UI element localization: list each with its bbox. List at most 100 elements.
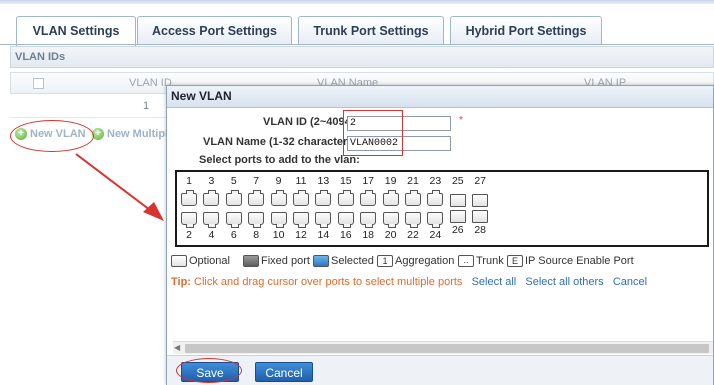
port-panel: 1 3 5 7 9 11 13 15 17 19 21 23 25 27 2 4 6 8 10 12 14 16 18 20 2… (175, 170, 709, 247)
tip-text: Click and drag cursor over ports to sele… (194, 276, 463, 288)
scroll-left-icon[interactable]: ◀ (174, 343, 180, 352)
port-7[interactable] (248, 190, 265, 206)
scrollbar-thumb[interactable] (185, 344, 709, 353)
port-21[interactable] (405, 190, 421, 206)
port-number-label: 5 (230, 175, 237, 187)
port-20[interactable] (382, 212, 399, 228)
port-15[interactable] (337, 190, 354, 206)
row-vlan-id: 1 (143, 100, 150, 112)
port-10[interactable] (270, 212, 287, 228)
port-number-label: 11 (295, 175, 307, 187)
port-17[interactable] (360, 190, 377, 206)
port-2[interactable] (181, 212, 197, 228)
port-number-label: 28 (474, 224, 487, 236)
port-number-label: 8 (253, 229, 260, 241)
optional-port-icon (171, 255, 187, 267)
port-number-label: 18 (362, 229, 375, 241)
port-14[interactable] (315, 212, 332, 228)
annotation-arrow (75, 153, 164, 221)
port-number-label: 12 (295, 229, 307, 241)
legend-ip-source: IP Source Enable Port (525, 255, 634, 267)
aggregation-port-icon: 1 (377, 255, 393, 267)
tab-hybrid-port-settings[interactable]: Hybrid Port Settings (450, 16, 602, 45)
tip-line: Tip: Click and drag cursor over ports to… (171, 276, 647, 288)
select-all-checkbox[interactable] (33, 78, 44, 89)
table-row[interactable]: 1 (10, 96, 170, 118)
legend-fixed: Fixed port (261, 255, 310, 267)
tab-underline (0, 44, 714, 45)
port-number-label: 24 (429, 229, 442, 241)
port-6[interactable] (225, 212, 242, 228)
trunk-port-icon: .. (458, 255, 474, 267)
select-all-link[interactable]: Select all (472, 276, 517, 288)
port-3[interactable] (203, 190, 220, 206)
port-number-label: 20 (384, 229, 397, 241)
panel-title: VLAN IDs (10, 46, 714, 68)
legend-selected: Selected (331, 255, 374, 267)
port-number-label: 16 (339, 229, 352, 241)
select-all-others-link[interactable]: Select all others (525, 276, 603, 288)
port-number-label: 21 (407, 175, 419, 187)
port-number-label: 13 (317, 175, 330, 187)
port-number-label: 19 (384, 175, 397, 187)
port-number-label: 14 (317, 229, 330, 241)
annotation-rect-fields (343, 110, 403, 156)
port-number-label: 27 (474, 175, 487, 187)
select-ports-label: Select ports to add to the vlan: (199, 154, 360, 166)
vlan-name-label: VLAN Name (1-32 character): (203, 136, 355, 148)
cancel-button[interactable]: Cancel (255, 362, 313, 382)
port-number-label: 17 (362, 175, 375, 187)
ip-source-port-icon: E (507, 255, 523, 267)
port-8[interactable] (248, 212, 265, 228)
new-multiple-link[interactable]: New Multiple (107, 128, 174, 140)
port-number-label: 10 (272, 229, 285, 241)
port-number-label: 3 (208, 175, 215, 187)
port-number-label: 2 (186, 229, 192, 241)
port-18[interactable] (360, 212, 377, 228)
port-5[interactable] (225, 190, 242, 206)
top-border (0, 0, 714, 4)
port-number-label: 7 (253, 175, 260, 187)
port-number-label: 22 (407, 229, 419, 241)
port-28[interactable] (472, 210, 489, 223)
port-16[interactable] (337, 212, 354, 228)
port-4[interactable] (203, 212, 220, 228)
port-12[interactable] (293, 212, 309, 228)
legend-optional: Optional (189, 255, 230, 267)
legend-trunk: Trunk (476, 255, 504, 267)
tab-vlan-settings[interactable]: VLAN Settings (16, 16, 136, 46)
dialog-title: New VLAN (167, 86, 713, 108)
port-9[interactable] (270, 190, 287, 206)
port-number-label: 15 (339, 175, 352, 187)
port-26[interactable] (449, 210, 466, 223)
port-number-label: 4 (208, 229, 215, 241)
port-23[interactable] (427, 190, 444, 206)
annotation-ellipse-save (176, 358, 242, 383)
dialog-horizontal-scrollbar[interactable]: ◀ (173, 341, 713, 354)
port-27[interactable] (472, 194, 489, 207)
port-25[interactable] (449, 194, 466, 207)
legend-aggregation: Aggregation (395, 255, 455, 267)
tip-label: Tip: (171, 276, 191, 288)
port-24[interactable] (427, 212, 444, 228)
tab-access-port-settings[interactable]: Access Port Settings (137, 16, 292, 45)
port-13[interactable] (315, 190, 332, 206)
port-number-label: 26 (451, 224, 464, 236)
port-number-label: 23 (429, 175, 442, 187)
port-number-label: 6 (230, 229, 237, 241)
port-number-label: 25 (451, 175, 464, 187)
annotation-ellipse-new-vlan (10, 120, 94, 152)
dialog-footer: Save Cancel (167, 355, 713, 385)
tab-bar: VLAN Settings Access Port Settings Trunk… (0, 0, 714, 46)
port-number-label: 1 (186, 175, 192, 187)
selected-port-icon (313, 255, 329, 267)
required-mark: * (459, 115, 463, 126)
port-1[interactable] (181, 190, 197, 206)
fixed-port-icon (243, 255, 259, 267)
port-22[interactable] (405, 212, 421, 228)
port-11[interactable] (293, 190, 309, 206)
cancel-selection-link[interactable]: Cancel (613, 276, 647, 288)
tab-trunk-port-settings[interactable]: Trunk Port Settings (298, 16, 444, 45)
port-19[interactable] (382, 190, 399, 206)
port-number-label: 9 (275, 175, 282, 187)
